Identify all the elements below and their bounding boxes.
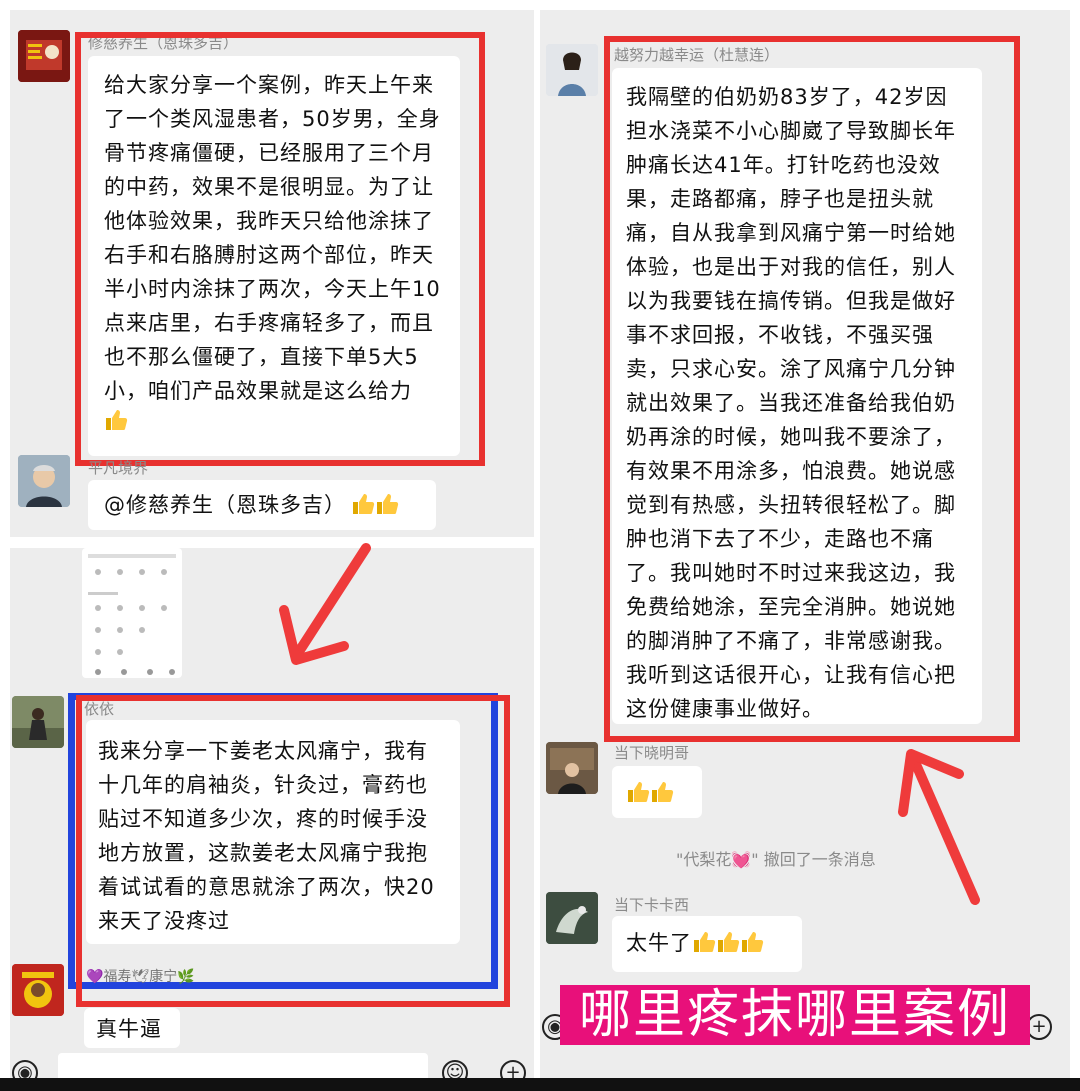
avatar-reply[interactable]: [18, 455, 70, 507]
input-bar[interactable]: [58, 1053, 428, 1078]
avatar-xiuci[interactable]: [18, 30, 70, 82]
avatar-next[interactable]: [12, 964, 64, 1016]
title-banner: 哪里疼抹哪里案例: [560, 985, 1030, 1045]
voice-icon[interactable]: ◉: [12, 1060, 38, 1078]
message-text: 太牛了: [626, 931, 692, 955]
recall-notice: "代梨花💓" 撤回了一条消息: [676, 850, 876, 869]
avatar-yiyi[interactable]: [12, 696, 64, 748]
reply-sender-name: 当下卡卡西: [614, 896, 690, 914]
message-bubble-thumbs[interactable]: [612, 766, 702, 818]
sender-next-name: 💜福寿🕊康宁🌿: [86, 969, 195, 985]
highlight-box-red: [75, 32, 485, 466]
plus-icon[interactable]: +: [500, 1060, 526, 1078]
thumbs-up-icon: [351, 492, 375, 516]
thumbs-up-icon: [650, 780, 674, 804]
avatar-xiaoming[interactable]: [546, 742, 598, 794]
thumbs-up-icon: [692, 930, 716, 954]
avatar-kakaxi[interactable]: [546, 892, 598, 944]
message-text: 真牛逼: [96, 1017, 162, 1041]
message-bubble-reply[interactable]: @修慈养生（恩珠多吉）: [88, 480, 436, 530]
bottom-border: [0, 1078, 1080, 1091]
right-chat-panel: 越努力越幸运（杜慧连） 我隔壁的伯奶奶83岁了，42岁因担水浇菜不小心脚崴了导致…: [540, 10, 1070, 1078]
thumbs-up-icon: [716, 930, 740, 954]
banner-text: 哪里疼抹哪里案例: [578, 985, 1011, 1045]
mention-text: @修慈养生（恩珠多吉）: [104, 493, 346, 517]
thumbs-up-icon: [740, 930, 764, 954]
emoji-icon[interactable]: ☺: [442, 1060, 468, 1078]
thumbs-up-icon: [375, 492, 399, 516]
left-top-chat-panel: 修慈养生（恩珠多吉） 给大家分享一个案例，昨天上午来了一个类风湿患者，50岁男，…: [10, 10, 534, 537]
thumbs-up-icon: [626, 780, 650, 804]
red-arrow-icon: [898, 749, 980, 905]
highlight-box-red: [76, 695, 510, 1007]
reply-sender-name: 平凡境界: [88, 459, 149, 477]
message-bubble-short[interactable]: 真牛逼: [84, 1008, 180, 1048]
message-bubble-awesome[interactable]: 太牛了: [612, 916, 802, 972]
red-arrow-icon: [279, 543, 371, 665]
highlight-box-red: [604, 36, 1020, 742]
app-screenshot-thumbnail[interactable]: [82, 548, 182, 678]
avatar-du-huilian[interactable]: [546, 44, 598, 96]
reply-sender-name: 当下晓明哥: [614, 744, 690, 762]
